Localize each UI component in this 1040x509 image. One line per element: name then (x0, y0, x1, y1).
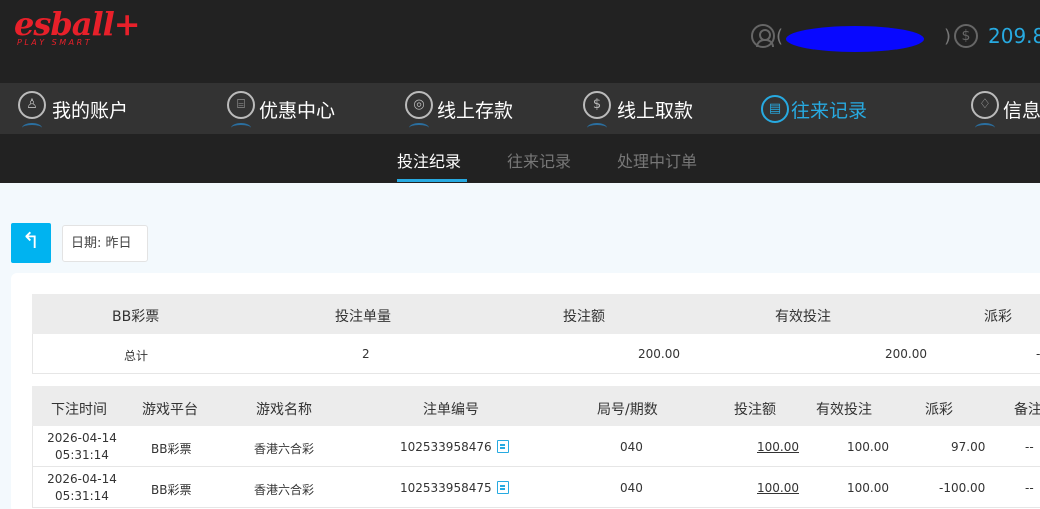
active-tab-indicator (397, 179, 467, 182)
order-number-text: 102533958476 (400, 440, 492, 454)
nav-label: 线上取款 (617, 100, 694, 122)
total-bet: 200.00 (638, 347, 680, 361)
withdraw-icon: $ (583, 91, 611, 119)
col-note: 备注 (1014, 402, 1040, 418)
total-payout: - (1036, 347, 1040, 361)
date-filter-value: 昨日 (105, 236, 132, 251)
account-balance: 209.87 (988, 24, 1040, 48)
col-bet-amount: 投注额 (563, 309, 605, 325)
order-number: 102533958475 (400, 481, 509, 495)
icon-reflection (587, 123, 607, 133)
table-row: 2026-04-14 05:31:14 BB彩票 香港六合彩 102533958… (32, 467, 1040, 508)
col-game-platform: 游戏平台 (142, 402, 198, 418)
bet-amount-link[interactable]: 100.00 (757, 481, 799, 495)
note: -- (1025, 440, 1034, 454)
date-filter[interactable]: 日期: 昨日 (62, 225, 148, 262)
col-valid-bet: 有效投注 (816, 402, 872, 418)
esball-logo[interactable]: esball+ PLAY SMART (14, 5, 141, 47)
col-game-name: 游戏名称 (256, 402, 312, 418)
payout: -100.00 (939, 481, 986, 495)
tab-bet-records[interactable]: 投注纪录 (397, 148, 461, 172)
nav-label: 我的账户 (52, 100, 129, 122)
game-platform: BB彩票 (151, 442, 192, 456)
copy-icon[interactable] (496, 440, 509, 453)
user-icon[interactable] (751, 24, 775, 48)
valid-bet: 100.00 (847, 440, 889, 454)
summary-row: 总计 2 200.00 200.00 - (32, 334, 1040, 374)
valid-bet: 100.00 (847, 481, 889, 495)
main-nav: ♙ 我的账户 ⌸ 优惠中心 ◎ 线上存款 $ 线上取款 ▤ 往来记录 ♢ 信息 (0, 83, 1040, 134)
bet-date: 2026-04-14 (47, 472, 117, 486)
col-order-number: 注单编号 (423, 402, 479, 418)
bet-date: 2026-04-14 (47, 431, 117, 445)
order-number: 102533958476 (400, 440, 509, 454)
col-payout: 派彩 (925, 402, 953, 418)
nav-label: 优惠中心 (259, 100, 336, 122)
col-platform: BB彩票 (112, 309, 160, 325)
icon-reflection (975, 123, 995, 133)
logo-text: esball+ (14, 5, 141, 43)
dollar-icon: $ (954, 24, 978, 48)
paren-close: ) (944, 26, 952, 47)
table-row: 2026-04-14 05:31:14 BB彩票 香港六合彩 102533958… (32, 426, 1040, 467)
redacted-username (786, 26, 924, 52)
tab-transaction-records[interactable]: 往来记录 (507, 148, 571, 172)
order-number-text: 102533958475 (400, 481, 492, 495)
icon-reflection (231, 123, 251, 133)
summary-header: BB彩票 投注单量 投注额 有效投注 派彩 (32, 294, 1040, 334)
bet-clock: 05:31:14 (55, 448, 109, 462)
gift-icon: ⌸ (227, 91, 255, 119)
bet-clock: 05:31:14 (55, 489, 109, 503)
date-filter-label: 日期: (71, 236, 102, 251)
round-period: 040 (620, 440, 643, 454)
col-bet-amount: 投注额 (734, 402, 776, 418)
round-period: 040 (620, 481, 643, 495)
col-payout: 派彩 (984, 309, 1012, 325)
payout: 97.00 (951, 440, 986, 454)
back-button[interactable]: ↰ (11, 223, 51, 263)
bet-time: 2026-04-14 05:31:14 (42, 430, 122, 464)
total-valid: 200.00 (885, 347, 927, 361)
icon-reflection (409, 123, 429, 133)
game-name: 香港六合彩 (254, 483, 315, 497)
user-icon: ♙ (18, 91, 46, 119)
nav-label: 信息 (1003, 100, 1040, 122)
col-bet-count: 投注单量 (335, 309, 391, 325)
nav-label: 往来记录 (791, 100, 868, 122)
records-icon: ▤ (761, 95, 789, 123)
deposit-icon: ◎ (405, 91, 433, 119)
game-name: 香港六合彩 (254, 442, 315, 456)
details-header: 下注时间 游戏平台 游戏名称 注单编号 局号/期数 投注额 有效投注 派彩 备注 (32, 386, 1040, 426)
back-arrow-icon: ↰ (21, 229, 41, 254)
top-header: esball+ PLAY SMART ( ) $ 209.87 (0, 0, 1040, 83)
sub-tabs: 投注纪录 往来记录 处理中订单 (0, 134, 1040, 183)
bell-icon: ♢ (971, 91, 999, 119)
icon-reflection (22, 123, 42, 133)
paren-open: ( (776, 26, 784, 47)
nav-label: 线上存款 (437, 100, 514, 122)
bet-time: 2026-04-14 05:31:14 (42, 471, 122, 505)
total-label: 总计 (124, 349, 149, 363)
col-round-period: 局号/期数 (597, 402, 658, 418)
col-bet-time: 下注时间 (51, 402, 107, 418)
total-count: 2 (362, 347, 370, 361)
bet-amount-link[interactable]: 100.00 (757, 440, 799, 454)
note: -- (1025, 481, 1034, 495)
game-platform: BB彩票 (151, 483, 192, 497)
col-valid-bet: 有效投注 (775, 309, 831, 325)
copy-icon[interactable] (496, 481, 509, 494)
tab-pending-orders[interactable]: 处理中订单 (617, 148, 697, 172)
